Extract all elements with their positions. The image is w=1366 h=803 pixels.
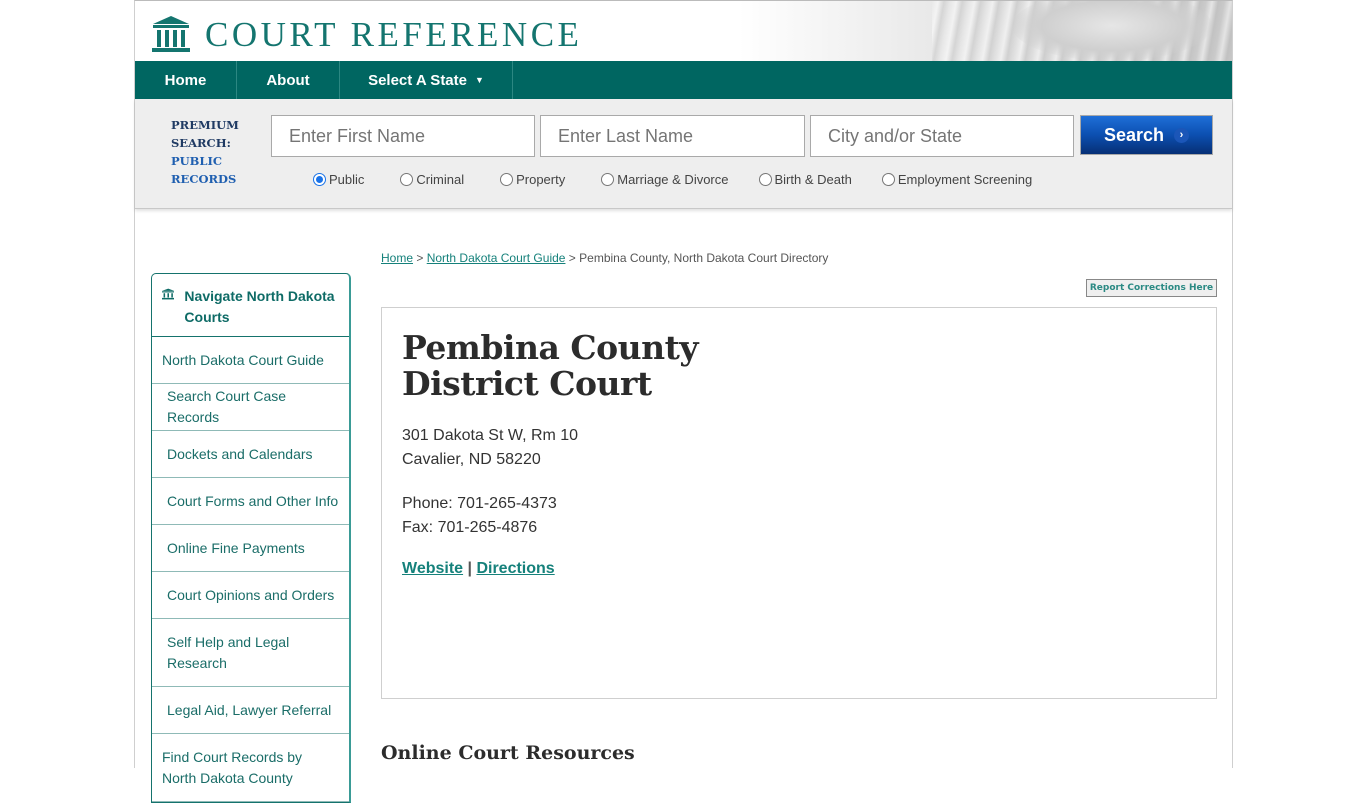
radio-marriage-divorce-label: Marriage & Divorce [617,172,729,187]
court-address: 301 Dakota St W, Rm 10 Cavalier, ND 5822… [402,424,578,472]
sidebar-item-opinions-orders[interactable]: Court Opinions and Orders [152,572,349,619]
radio-criminal[interactable]: Criminal [400,172,464,187]
radio-marriage-divorce-dot[interactable] [601,173,615,186]
court-navigation-sidebar: Navigate North Dakota Courts North Dakot… [151,273,351,803]
court-contact: Phone: 701-265-4373 Fax: 701-265-4876 [402,492,557,540]
search-button[interactable]: Search › [1080,115,1213,155]
radio-birth-death[interactable]: Birth & Death [758,172,852,187]
premium-search-bar: PREMIUM SEARCH: PUBLIC RECORDS Enter Fir… [135,99,1232,209]
courthouse-icon [152,16,190,52]
breadcrumb-separator: > [568,251,576,265]
radio-criminal-dot[interactable] [400,173,414,186]
sidebar-item-label: Search Court Case Records [167,388,287,425]
directions-link[interactable]: Directions [476,560,554,577]
sidebar-header: Navigate North Dakota Courts [152,274,349,337]
sidebar-item-label: Self Help and Legal Research [167,633,290,671]
radio-birth-death-dot[interactable] [758,173,772,186]
court-fax: Fax: 701-265-4876 [402,519,538,536]
radio-employment-screening-label: Employment Screening [897,172,1033,187]
address-street: 301 Dakota St W, Rm 10 [402,427,579,444]
radio-marriage-divorce[interactable]: Marriage & Divorce [601,172,729,187]
breadcrumb-home[interactable]: Home [381,251,413,265]
breadcrumb-court-guide[interactable]: North Dakota Court Guide [427,251,566,265]
caret-down-icon: ▼ [475,75,484,85]
site-header: COURT REFERENCE [135,1,1232,61]
sidebar-item-dockets-calendars[interactable]: Dockets and Calendars [152,431,349,478]
radio-public-dot[interactable] [313,173,326,186]
premium-label-line1: PREMIUM [171,118,239,132]
sidebar-item-label: Court Opinions and Orders [167,586,335,603]
radio-property-label: Property [516,172,566,187]
sidebar-title: Navigate North Dakota Courts [184,288,335,325]
court-links: Website | Directions [402,560,555,578]
radio-employment-screening-dot[interactable] [881,173,895,186]
sidebar-item-self-help[interactable]: Self Help and Legal Research [152,619,349,687]
premium-label-line2: SEARCH: [171,136,231,150]
courthouse-icon [162,288,175,300]
sidebar-item-label: Court Forms and Other Info [167,492,339,509]
radio-property[interactable]: Property [500,172,565,187]
website-link[interactable]: Website [402,560,463,577]
last-name-input[interactable]: Enter Last Name [540,115,805,157]
sidebar-item-label: Find Court Records by North Dakota Count… [162,749,303,786]
nav-home[interactable]: Home [135,61,237,99]
site-logo[interactable]: COURT REFERENCE [151,16,582,53]
sidebar-item-label: Online Fine Payments [167,539,305,556]
court-info-card: Pembina County District Court 301 Dakota… [381,307,1217,699]
main-nav: Home About Select A State ▼ [135,61,1232,99]
sidebar-item-court-guide[interactable]: North Dakota Court Guide [152,337,349,384]
court-title-line2: District Court [402,364,652,403]
court-title-line1: Pembina County [402,328,699,367]
court-title: Pembina County District Court [402,328,699,403]
breadcrumb-separator: > [416,251,424,265]
search-type-radios: Public Criminal Property Marriage & Divo… [313,172,1032,187]
sidebar-item-legal-aid[interactable]: Legal Aid, Lawyer Referral [152,687,349,734]
page: COURT REFERENCE Home About Select A Stat… [134,0,1233,803]
radio-public-label: Public [329,172,365,187]
radio-employment-screening[interactable]: Employment Screening [881,172,1033,187]
nav-select-state-label: Select A State [368,71,467,89]
first-name-input[interactable]: Enter First Name [271,115,535,157]
radio-criminal-label: Criminal [416,172,465,187]
sidebar-item-label: Legal Aid, Lawyer Referral [167,701,332,718]
premium-label-line3: PUBLIC [171,154,223,168]
address-city: Cavalier, ND 58220 [402,451,541,468]
sidebar-item-label: Dockets and Calendars [167,445,313,462]
first-name-placeholder: Enter First Name [289,125,426,146]
city-state-placeholder: City and/or State [828,125,963,146]
premium-search-label: PREMIUM SEARCH: PUBLIC RECORDS [171,116,239,188]
chevron-right-icon: › [1174,127,1190,143]
radio-public[interactable]: Public [313,172,364,187]
search-button-label: Search [1103,124,1165,145]
breadcrumb: Home > North Dakota Court Guide > Pembin… [381,251,828,265]
nav-select-state[interactable]: Select A State ▼ [340,61,513,99]
breadcrumb-current: Pembina County, North Dakota Court Direc… [579,251,829,265]
city-state-input[interactable]: City and/or State [810,115,1074,157]
last-name-placeholder: Enter Last Name [558,125,694,146]
radio-property-dot[interactable] [500,173,514,186]
nav-home-label: Home [164,71,207,89]
sidebar-item-label: North Dakota Court Guide [162,351,324,368]
site-name: COURT REFERENCE [205,15,583,54]
sidebar-item-find-by-county[interactable]: Find Court Records by North Dakota Count… [152,734,349,802]
sidebar-item-search-case-records[interactable]: Search Court Case Records [152,384,349,431]
sidebar-item-fine-payments[interactable]: Online Fine Payments [152,525,349,572]
radio-birth-death-label: Birth & Death [774,172,852,187]
online-resources-heading: Online Court Resources [381,742,635,764]
court-phone: Phone: 701-265-4373 [402,495,557,512]
report-corrections-button[interactable]: Report Corrections Here [1086,279,1217,297]
nav-about[interactable]: About [237,61,340,99]
link-separator: | [467,560,472,577]
sidebar-item-court-forms[interactable]: Court Forms and Other Info [152,478,349,525]
nav-about-label: About [266,71,310,89]
premium-label-line4: RECORDS [171,172,237,186]
